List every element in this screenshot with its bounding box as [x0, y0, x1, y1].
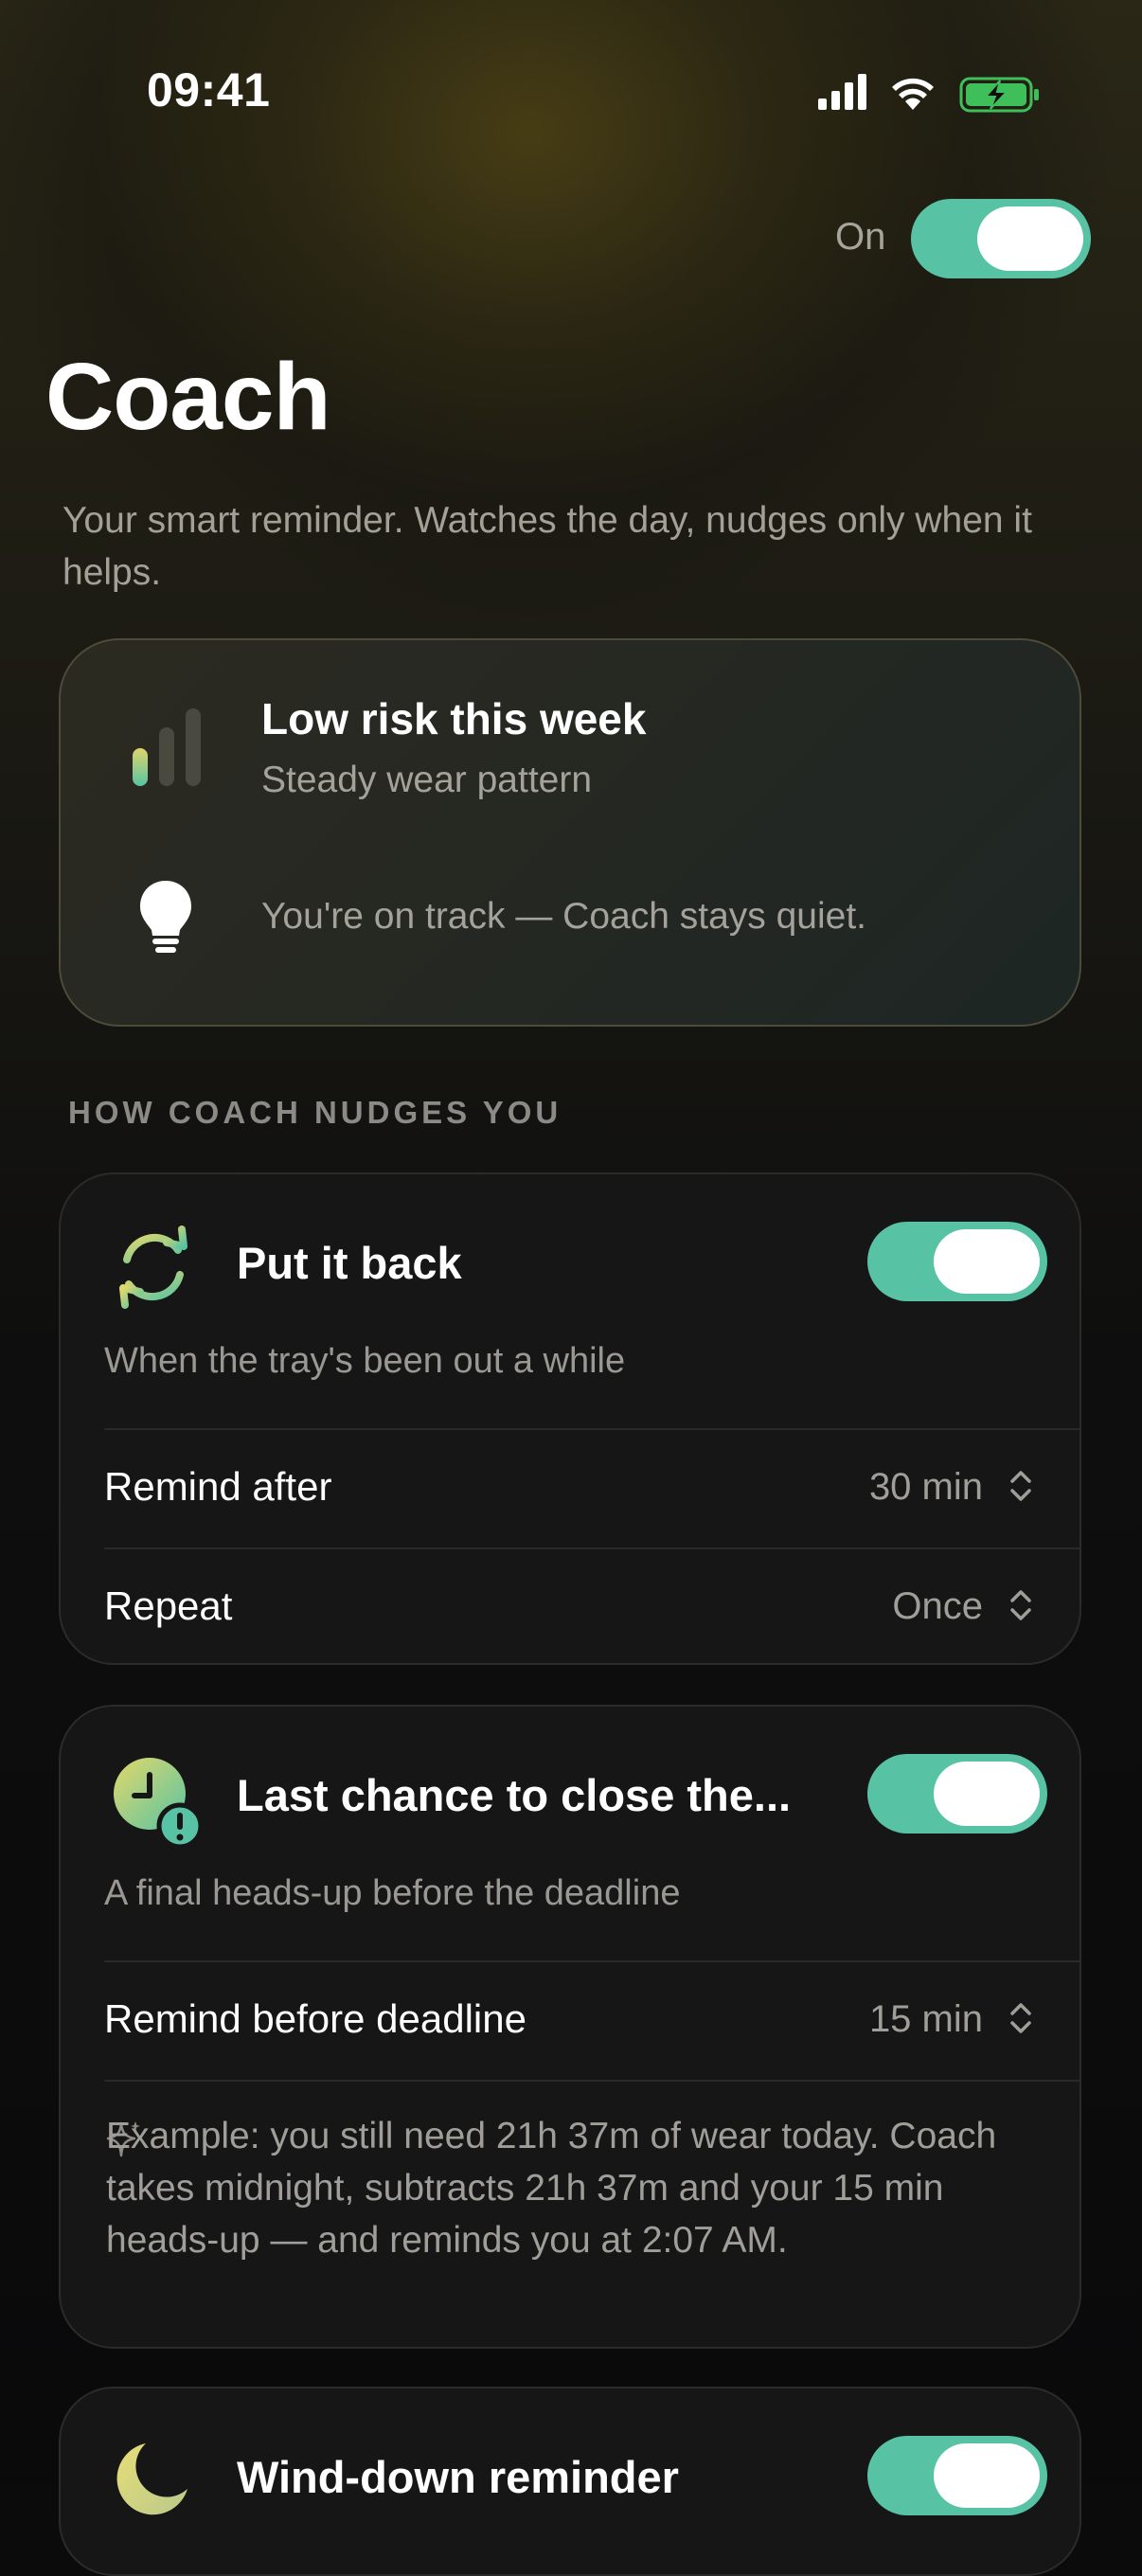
nudge-card-put-it-back: Put it back When the tray's been out a w… [59, 1172, 1081, 1665]
lightbulb-icon [138, 879, 193, 963]
page-title: Coach [45, 344, 331, 450]
divider [104, 1960, 1080, 1962]
risk-bars-icon [131, 708, 206, 798]
nudge-description: A final heads-up before the deadline [104, 1873, 681, 1913]
toggle-knob [934, 2443, 1040, 2508]
battery-charging-icon [959, 77, 1039, 113]
divider [104, 2080, 1080, 2082]
nudge-toggle-put-it-back[interactable] [867, 1222, 1047, 1301]
nudge-description: When the tray's been out a while [104, 1341, 626, 1381]
toggle-knob [934, 1229, 1040, 1294]
page-subtitle: Your smart reminder. Watches the day, nu… [62, 500, 1032, 593]
risk-title: Low risk this week [261, 694, 647, 743]
status-icons [816, 72, 1044, 114]
risk-summary-card: Low risk this week Steady wear pattern Y… [59, 638, 1081, 1027]
row-label-remind-before-deadline: Remind before deadline [104, 1996, 526, 2041]
toggle-knob [934, 1762, 1040, 1826]
remind-before-deadline-value[interactable]: 15 min [869, 1998, 983, 2041]
row-label-repeat: Repeat [104, 1583, 233, 1628]
section-header: HOW COACH NUDGES YOU [68, 1095, 562, 1130]
status-time: 09:41 [147, 63, 271, 116]
risk-note: You're on track — Coach stays quiet. [261, 896, 867, 937]
risk-subtitle: Steady wear pattern [261, 760, 593, 800]
nudge-card-wind-down: Wind-down reminder [59, 2387, 1081, 2576]
cellular-signal-icon [818, 74, 866, 110]
nudge-title: Put it back [237, 1238, 462, 1288]
nudge-title: Wind-down reminder [237, 2452, 679, 2502]
nudge-toggle-wind-down[interactable] [867, 2436, 1047, 2515]
divider [104, 1428, 1080, 1430]
master-toggle[interactable] [911, 199, 1091, 278]
row-label-remind-after: Remind after [104, 1464, 332, 1509]
remind-after-value[interactable]: 30 min [869, 1466, 983, 1509]
wifi-icon [892, 78, 934, 110]
master-toggle-label: On [835, 216, 886, 258]
chevron-updown-icon[interactable] [1008, 1468, 1034, 1504]
sync-arrows-icon [108, 1222, 199, 1317]
clock-alert-icon [108, 1754, 204, 1853]
chevron-updown-icon[interactable] [1008, 1587, 1034, 1623]
chevron-updown-icon[interactable] [1008, 2000, 1034, 2036]
nudge-toggle-last-chance[interactable] [867, 1754, 1047, 1834]
repeat-value[interactable]: Once [892, 1585, 983, 1628]
divider [104, 1547, 1080, 1549]
nudge-title: Last chance to close the... [237, 1770, 792, 1820]
toggle-knob [977, 206, 1083, 271]
example-explanation: Example: you still need 21h 37m of wear … [106, 2116, 997, 2261]
